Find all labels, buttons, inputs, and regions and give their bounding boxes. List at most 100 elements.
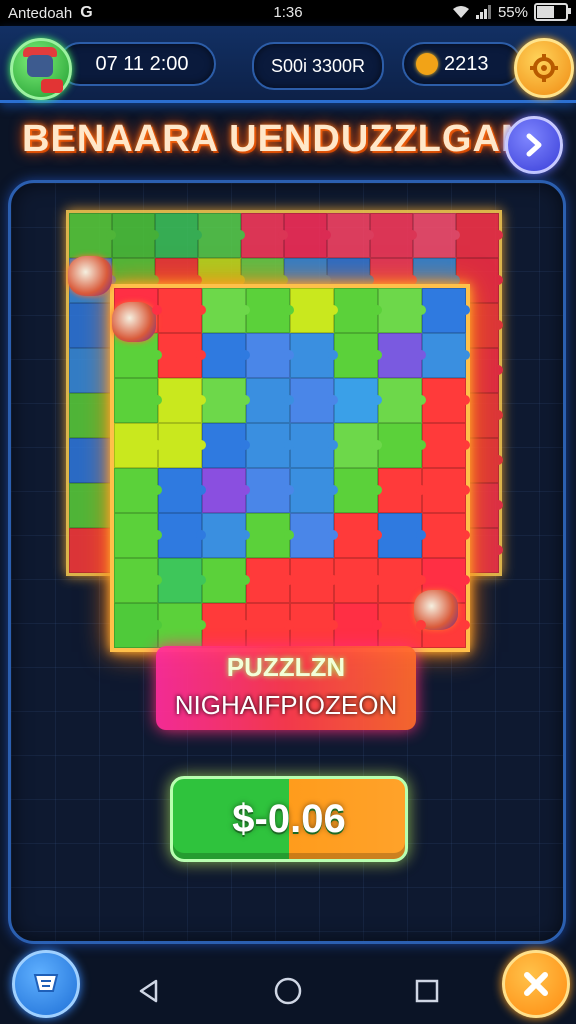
puzzle-piece[interactable]	[158, 558, 206, 603]
puzzle-piece[interactable]	[246, 378, 294, 423]
puzzle-piece[interactable]	[334, 333, 382, 378]
puzzle-piece[interactable]	[290, 468, 338, 513]
price-text: $-0.06	[232, 796, 346, 841]
caption-line-2: NIGHAIFPIOZEON	[174, 690, 398, 720]
puzzle-piece[interactable]	[158, 603, 206, 648]
puzzle-piece[interactable]	[334, 468, 382, 513]
puzzle-piece[interactable]	[246, 333, 294, 378]
puzzle-piece[interactable]	[378, 423, 426, 468]
puzzle-piece[interactable]	[334, 423, 382, 468]
puzzle-piece[interactable]	[202, 333, 250, 378]
background-piece	[241, 213, 288, 258]
puzzle-piece[interactable]	[158, 513, 206, 558]
puzzle-piece[interactable]	[158, 288, 206, 333]
puzzle-piece[interactable]	[158, 468, 206, 513]
puzzle-piece[interactable]	[246, 603, 294, 648]
puzzle-piece[interactable]	[378, 513, 426, 558]
puzzle-piece[interactable]	[202, 378, 250, 423]
score-display: S00i 3300R	[252, 42, 384, 90]
puzzle-piece[interactable]	[334, 513, 382, 558]
close-button[interactable]	[502, 950, 570, 1018]
background-piece	[69, 438, 116, 483]
puzzle-piece[interactable]	[378, 558, 426, 603]
puzzle-piece[interactable]	[378, 378, 426, 423]
character-sticker	[112, 302, 156, 342]
status-right: 55%	[452, 3, 571, 21]
puzzle-piece[interactable]	[246, 288, 294, 333]
level-title: BENAARA UENDUZZLGAN	[22, 118, 530, 160]
puzzle-piece[interactable]	[422, 513, 470, 558]
puzzle-piece[interactable]	[290, 423, 338, 468]
next-button[interactable]	[505, 116, 563, 174]
background-piece	[284, 213, 331, 258]
background-piece	[198, 213, 245, 258]
puzzle-piece[interactable]	[422, 423, 470, 468]
background-piece	[69, 528, 116, 573]
puzzle-piece[interactable]	[114, 378, 162, 423]
background-piece	[155, 213, 202, 258]
score-text: S00i 3300R	[270, 55, 366, 76]
puzzle-piece[interactable]	[114, 513, 162, 558]
background-piece	[112, 213, 159, 258]
puzzle-piece[interactable]	[290, 378, 338, 423]
puzzle-piece[interactable]	[114, 558, 162, 603]
puzzle-piece[interactable]	[334, 288, 382, 333]
background-piece	[69, 483, 116, 528]
puzzle-piece[interactable]	[158, 333, 206, 378]
background-piece	[327, 213, 374, 258]
puzzle-piece[interactable]	[422, 378, 470, 423]
puzzle-piece[interactable]	[246, 468, 294, 513]
puzzle-piece[interactable]	[202, 288, 250, 333]
puzzle-piece[interactable]	[422, 468, 470, 513]
puzzle-piece[interactable]	[422, 333, 470, 378]
signal-icon	[475, 5, 491, 19]
puzzle-piece[interactable]	[378, 468, 426, 513]
battery-text: 55%	[497, 3, 528, 21]
puzzle-piece[interactable]	[378, 288, 426, 333]
player-avatar-button[interactable]	[10, 38, 72, 100]
puzzle-piece[interactable]	[202, 468, 250, 513]
puzzle-piece[interactable]	[158, 378, 206, 423]
puzzle-piece[interactable]	[290, 558, 338, 603]
price-button[interactable]: $-0.06	[170, 776, 408, 862]
nav-back-button[interactable]	[129, 971, 169, 1011]
background-piece	[69, 348, 116, 393]
nav-recents-button[interactable]	[407, 971, 447, 1011]
puzzle-piece[interactable]	[114, 423, 162, 468]
puzzle-piece[interactable]	[334, 603, 382, 648]
settings-gear-button[interactable]	[514, 38, 574, 98]
status-bar: Antedoah G 1:36 55%	[0, 0, 576, 26]
avatar-face	[27, 55, 53, 77]
puzzle-piece[interactable]	[114, 468, 162, 513]
background-piece	[413, 213, 460, 258]
puzzle-piece[interactable]	[422, 288, 470, 333]
android-nav-bar	[80, 962, 496, 1020]
background-piece	[69, 303, 116, 348]
gear-icon	[530, 54, 558, 82]
battery-fill	[537, 6, 554, 18]
puzzle-piece[interactable]	[378, 333, 426, 378]
puzzle-piece[interactable]	[158, 423, 206, 468]
puzzle-piece[interactable]	[246, 558, 294, 603]
timer-text: 07 11 2:00	[95, 52, 189, 75]
background-piece	[69, 393, 116, 438]
shop-button[interactable]	[12, 950, 80, 1018]
puzzle-piece[interactable]	[290, 603, 338, 648]
puzzle-piece[interactable]	[202, 603, 250, 648]
puzzle-piece[interactable]	[246, 423, 294, 468]
caption-line-1: PUZZLZN	[226, 652, 346, 682]
puzzle-piece[interactable]	[334, 378, 382, 423]
puzzle-piece[interactable]	[114, 603, 162, 648]
puzzle-piece[interactable]	[202, 558, 250, 603]
puzzle-piece[interactable]	[290, 333, 338, 378]
puzzle-piece[interactable]	[202, 513, 250, 558]
puzzle-piece[interactable]	[202, 423, 250, 468]
battery-icon	[534, 3, 571, 21]
nav-home-button[interactable]	[268, 971, 308, 1011]
coin-icon	[416, 53, 438, 75]
puzzle-piece[interactable]	[290, 288, 338, 333]
puzzle-piece[interactable]	[246, 513, 294, 558]
puzzle-piece[interactable]	[334, 558, 382, 603]
puzzle-piece[interactable]	[290, 513, 338, 558]
chevron-right-icon	[526, 133, 542, 157]
